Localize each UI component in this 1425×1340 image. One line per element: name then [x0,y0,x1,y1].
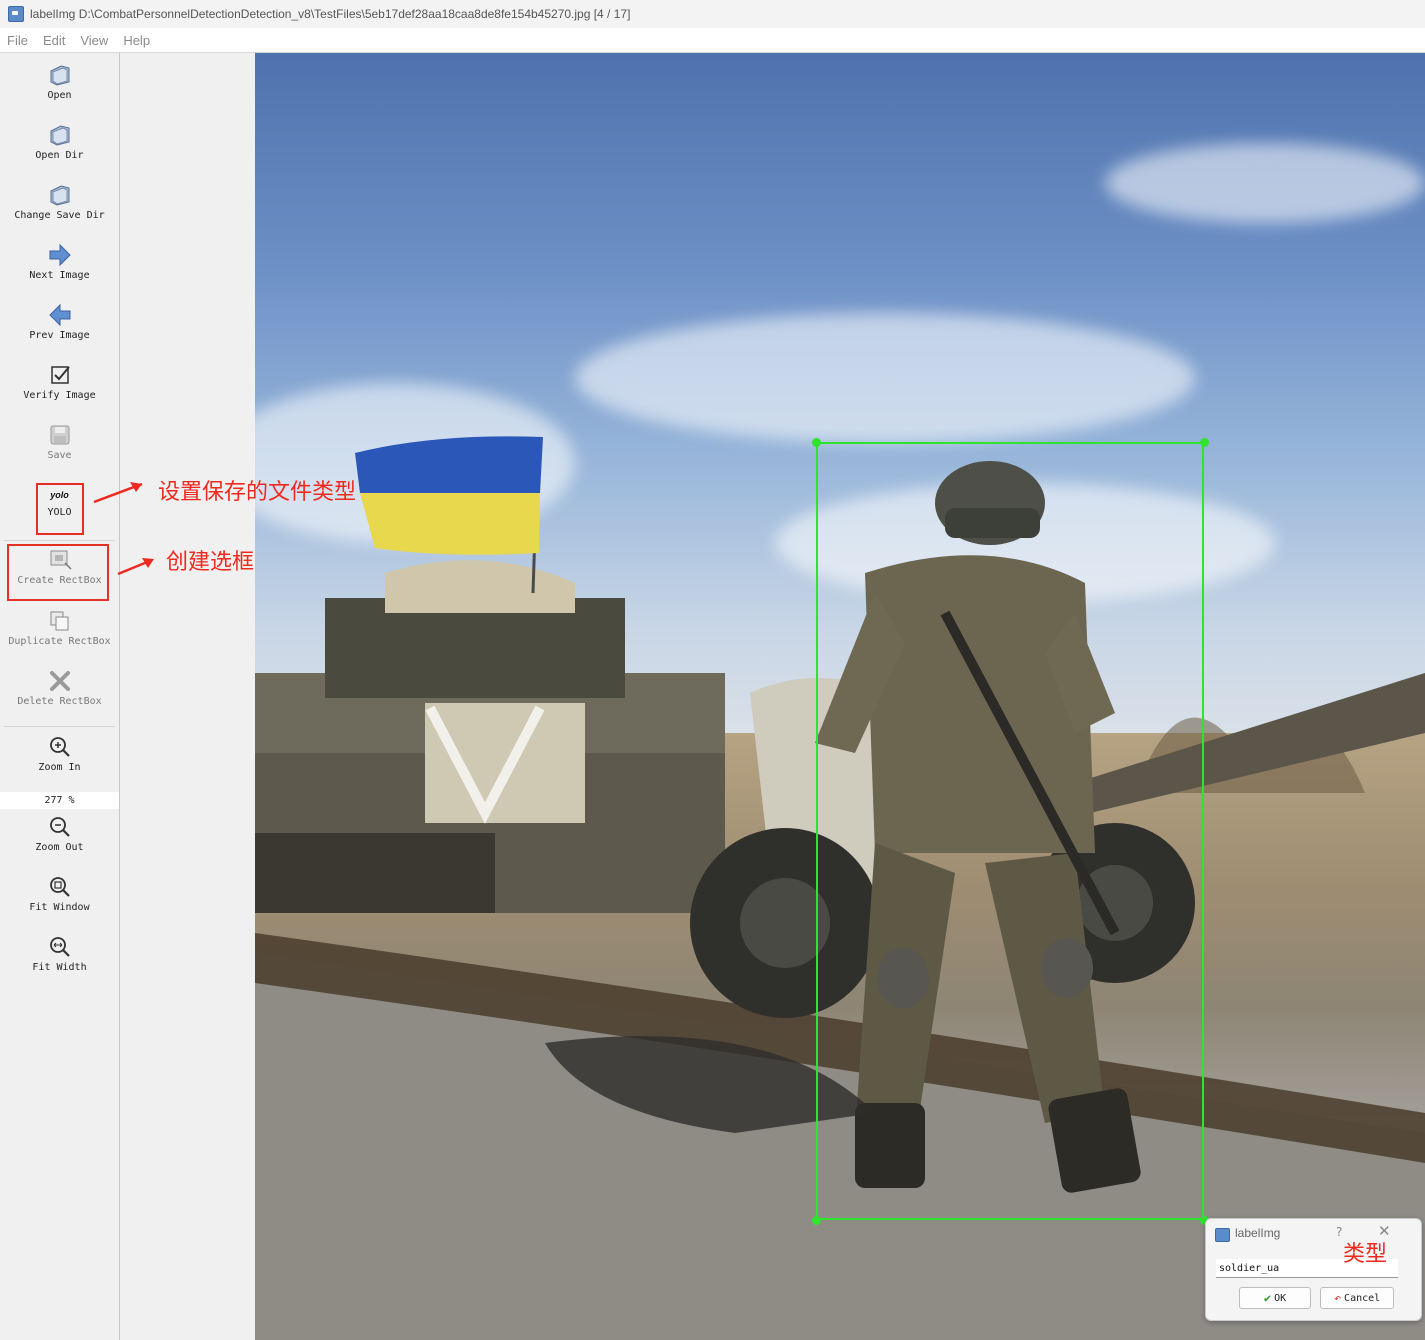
type-annotation: 类型 [1343,1242,1388,1267]
arrow-right-icon [47,242,73,268]
window-title: labelImg D:\CombatPersonnelDetectionDete… [30,7,631,21]
ok-label: OK [1274,1292,1287,1304]
save-disk-icon [47,422,73,448]
prev-image-button[interactable]: Prev Image [0,302,119,341]
folder-open-icon [47,62,73,88]
annotation-arrow [117,558,154,576]
zoom-level-field[interactable]: 277 % [0,792,119,809]
next-image-label: Next Image [29,270,90,281]
undo-icon: ↶ [1333,1291,1342,1305]
fit-width-icon [47,934,73,960]
zoom-out-icon [47,814,73,840]
zoom-out-button[interactable]: Zoom Out [0,814,119,853]
fit-window-icon [47,874,73,900]
zoom-out-label: Zoom Out [35,842,84,853]
fit-width-label: Fit Width [32,962,87,973]
toolbar-separator [4,540,115,541]
create-rectbox-highlight-box [7,544,109,601]
fit-window-label: Fit Window [29,902,90,913]
verify-image-label: Verify Image [23,390,96,401]
save-button[interactable]: Save [0,422,119,461]
help-icon[interactable]: ? [1336,1225,1342,1239]
zoom-in-button[interactable]: Zoom In [0,734,119,773]
folder-open-icon [47,182,73,208]
delete-rectbox-button[interactable]: Delete RectBox [0,668,119,707]
save-label: Save [47,450,72,461]
create-box-annotation: 创建选框 [166,550,255,575]
open-dir-button[interactable]: Open Dir [0,122,119,161]
menu-help[interactable]: Help [123,33,150,48]
zoom-in-icon [47,734,73,760]
app-icon [8,6,24,22]
fit-width-button[interactable]: Fit Width [0,934,119,973]
title-bar: labelImg D:\CombatPersonnelDetectionDete… [0,0,1425,28]
save-format-annotation: 设置保存的文件类型 [158,480,357,505]
dialog-app-icon [1215,1228,1230,1242]
check-icon: ✔ [1263,1291,1272,1305]
bbox-handle-bottom-left[interactable] [812,1216,821,1225]
duplicate-icon [47,608,73,634]
delete-x-icon [47,668,73,694]
annotation-arrow [93,482,143,504]
bbox-handle-top-right[interactable] [1200,438,1209,447]
cancel-button[interactable]: ↶ Cancel [1320,1287,1394,1309]
change-save-dir-button[interactable]: Change Save Dir [0,182,119,221]
duplicate-rectbox-button[interactable]: Duplicate RectBox [0,608,119,647]
cancel-label: Cancel [1344,1292,1381,1304]
prev-image-label: Prev Image [29,330,90,341]
menu-view[interactable]: View [80,33,108,48]
delete-rectbox-label: Delete RectBox [17,696,102,707]
checkbox-icon [47,362,73,388]
next-image-button[interactable]: Next Image [0,242,119,281]
toolbar-separator [4,726,115,727]
menu-bar: File Edit View Help [0,28,1425,53]
label-dialog: labelImg ? ✕ ✔ OK ↶ Cancel [1205,1218,1422,1321]
left-toolbar: Open Open Dir Change Save Dir Next Image… [0,53,120,1340]
verify-image-button[interactable]: Verify Image [0,362,119,401]
menu-file[interactable]: File [7,33,28,48]
change-save-dir-label: Change Save Dir [14,210,105,221]
open-label: Open [47,90,72,101]
menu-edit[interactable]: Edit [43,33,65,48]
bounding-box[interactable] [816,442,1204,1220]
yolo-highlight-box [36,483,84,535]
arrow-left-icon [47,302,73,328]
zoom-in-label: Zoom In [38,762,81,773]
duplicate-rectbox-label: Duplicate RectBox [8,636,111,647]
dialog-title: labelImg [1235,1226,1281,1240]
open-dir-label: Open Dir [35,150,84,161]
bbox-handle-top-left[interactable] [812,438,821,447]
open-button[interactable]: Open [0,62,119,101]
fit-window-button[interactable]: Fit Window [0,874,119,913]
ok-button[interactable]: ✔ OK [1239,1287,1311,1309]
folder-open-icon [47,122,73,148]
